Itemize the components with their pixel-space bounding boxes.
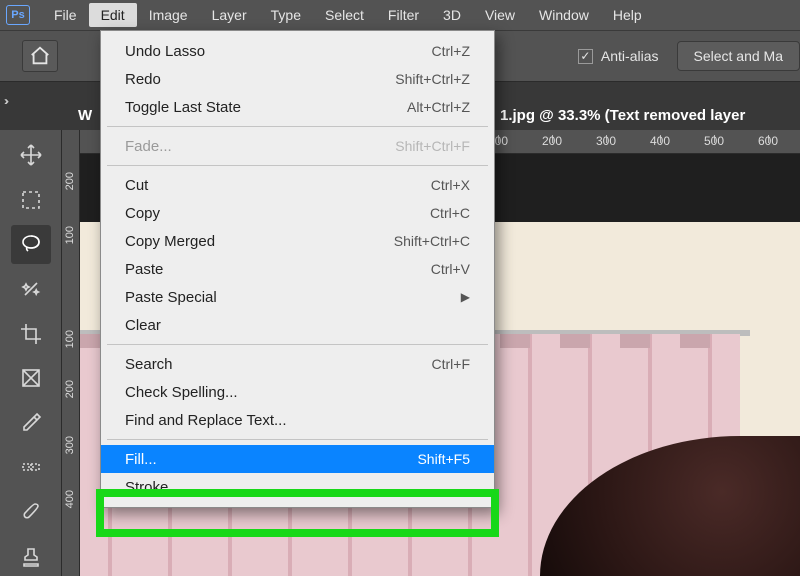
menu-type[interactable]: Type [259, 3, 313, 27]
menu-item-copy[interactable]: Copy Ctrl+C [101, 199, 494, 227]
tools-panel [0, 130, 62, 576]
collapse-chevrons-icon[interactable]: ›› [4, 94, 6, 108]
menu-item-label: Paste [125, 261, 163, 278]
ruler-tick: 600 [758, 134, 778, 148]
ruler-vtick: 200 [64, 172, 76, 190]
document-tab-initial: W [78, 107, 92, 124]
eyedropper-tool[interactable] [11, 404, 51, 443]
stamp-tool[interactable] [11, 537, 51, 576]
menu-window[interactable]: Window [527, 3, 601, 27]
menu-item-find-and-replace-text[interactable]: Find and Replace Text... [101, 406, 494, 434]
menu-item-shortcut: Shift+F5 [417, 451, 470, 467]
menu-item-label: Cut [125, 177, 148, 194]
ruler-vtick: 300 [64, 436, 76, 454]
ruler-tick: 300 [596, 134, 616, 148]
menu-item-label: Fade... [125, 138, 172, 155]
menu-bar: Ps FileEditImageLayerTypeSelectFilter3DV… [0, 0, 800, 30]
menu-view[interactable]: View [473, 3, 527, 27]
menu-separator [107, 165, 488, 166]
menu-item-shortcut: Shift+Ctrl+F [395, 138, 470, 154]
menu-layer[interactable]: Layer [200, 3, 259, 27]
menu-file[interactable]: File [42, 3, 89, 27]
brush-tool[interactable] [11, 493, 51, 532]
menu-item-clear[interactable]: Clear [101, 311, 494, 339]
menu-item-paste[interactable]: Paste Ctrl+V [101, 255, 494, 283]
menu-item-search[interactable]: Search Ctrl+F [101, 350, 494, 378]
menu-item-paste-special[interactable]: Paste Special ▶ [101, 283, 494, 311]
menu-item-label: Copy [125, 205, 160, 222]
menu-item-label: Paste Special [125, 289, 217, 306]
menu-item-undo-lasso[interactable]: Undo Lasso Ctrl+Z [101, 37, 494, 65]
vertical-ruler: 200 100 100 200 300 400 [62, 130, 80, 576]
menu-item-label: Toggle Last State [125, 99, 241, 116]
menu-item-shortcut: Ctrl+Z [432, 43, 471, 59]
ruler-vtick: 400 [64, 490, 76, 508]
app-logo: Ps [6, 5, 30, 25]
menu-separator [107, 126, 488, 127]
ruler-vtick: 100 [64, 330, 76, 348]
menu-item-label: Clear [125, 317, 161, 334]
menu-item-shortcut: Shift+Ctrl+Z [395, 71, 470, 87]
antialias-label: Anti-alias [601, 48, 659, 64]
menu-item-shortcut: Ctrl+F [432, 356, 471, 372]
menu-image[interactable]: Image [137, 3, 200, 27]
menu-item-label: Find and Replace Text... [125, 412, 286, 429]
menu-item-label: Fill... [125, 451, 157, 468]
menu-item-toggle-last-state[interactable]: Toggle Last State Alt+Ctrl+Z [101, 93, 494, 121]
menu-3d[interactable]: 3D [431, 3, 473, 27]
menu-item-cut[interactable]: Cut Ctrl+X [101, 171, 494, 199]
menu-select[interactable]: Select [313, 3, 376, 27]
menu-item-label: Search [125, 356, 173, 373]
menu-item-fade: Fade... Shift+Ctrl+F [101, 132, 494, 160]
ruler-vtick: 200 [64, 380, 76, 398]
ruler-tick: 400 [650, 134, 670, 148]
menu-help[interactable]: Help [601, 3, 654, 27]
menu-item-label: Copy Merged [125, 233, 215, 250]
menu-item-redo[interactable]: Redo Shift+Ctrl+Z [101, 65, 494, 93]
menu-item-fill[interactable]: Fill... Shift+F5 [101, 445, 494, 473]
submenu-arrow-icon: ▶ [461, 290, 470, 304]
marquee-tool[interactable] [11, 181, 51, 220]
menu-item-label: Undo Lasso [125, 43, 205, 60]
frame-tool[interactable] [11, 359, 51, 398]
menu-item-shortcut: Ctrl+V [431, 261, 470, 277]
document-tab[interactable]: 1.jpg @ 33.3% (Text removed layer [500, 107, 745, 124]
home-button[interactable] [22, 40, 58, 72]
ruler-tick: 200 [542, 134, 562, 148]
menu-item-stroke[interactable]: Stroke... [101, 473, 494, 501]
menu-item-label: Check Spelling... [125, 384, 238, 401]
menu-filter[interactable]: Filter [376, 3, 431, 27]
antialias-checkbox[interactable]: ✓ Anti-alias [578, 48, 659, 64]
crop-tool[interactable] [11, 314, 51, 353]
ruler-vtick: 100 [64, 226, 76, 244]
healing-brush-tool[interactable] [11, 448, 51, 487]
ruler-tick: 500 [704, 134, 724, 148]
menu-separator [107, 344, 488, 345]
menu-item-shortcut: Ctrl+C [430, 205, 470, 221]
menu-separator [107, 439, 488, 440]
menu-item-label: Redo [125, 71, 161, 88]
home-icon [29, 45, 51, 67]
menu-item-copy-merged[interactable]: Copy Merged Shift+Ctrl+C [101, 227, 494, 255]
edit-menu-dropdown: Undo Lasso Ctrl+Z Redo Shift+Ctrl+Z Toggle L… [100, 30, 495, 508]
menu-item-check-spelling[interactable]: Check Spelling... [101, 378, 494, 406]
menu-item-shortcut: Ctrl+X [431, 177, 470, 193]
magic-wand-tool[interactable] [11, 270, 51, 309]
menu-item-label: Stroke... [125, 479, 181, 496]
check-icon: ✓ [578, 49, 593, 64]
select-and-mask-button[interactable]: Select and Ma [677, 41, 800, 71]
menu-item-shortcut: Shift+Ctrl+C [394, 233, 470, 249]
menu-item-shortcut: Alt+Ctrl+Z [407, 99, 470, 115]
move-tool[interactable] [11, 136, 51, 175]
lasso-tool[interactable] [11, 225, 51, 264]
menu-edit[interactable]: Edit [89, 3, 137, 27]
